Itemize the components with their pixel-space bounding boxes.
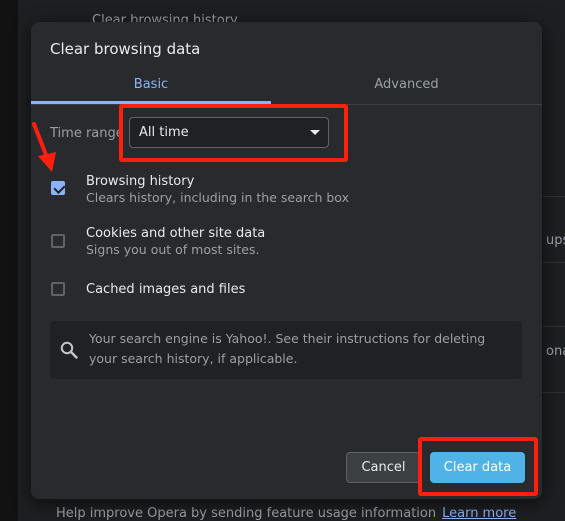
dialog-title: Clear browsing data xyxy=(50,40,201,58)
time-range-label: Time range xyxy=(50,126,124,141)
clear-browsing-data-dialog: Clear browsing data Basic Advanced Time … xyxy=(31,22,542,499)
background-divider xyxy=(542,392,565,393)
browsing-history-description: Clears history, including in the search … xyxy=(86,190,349,205)
feature-usage-label: Help improve Opera by sending feature us… xyxy=(56,506,437,521)
cached-images-checkbox[interactable] xyxy=(51,282,65,296)
browsing-history-checkbox[interactable] xyxy=(51,181,66,195)
browsing-history-label: Browsing history xyxy=(86,174,195,189)
cancel-button[interactable]: Cancel xyxy=(346,452,421,483)
cached-images-label: Cached images and files xyxy=(86,282,246,297)
background-divider xyxy=(542,326,565,327)
search-icon xyxy=(60,341,78,359)
red-arrow-icon xyxy=(32,122,56,172)
background-divider xyxy=(542,262,565,263)
tab-advanced[interactable]: Advanced xyxy=(271,77,542,103)
background-right-text: ups, xyxy=(546,233,565,248)
tab-basic[interactable]: Basic xyxy=(31,77,271,103)
time-range-highlight xyxy=(119,104,348,162)
clear-data-highlight xyxy=(418,437,538,496)
learn-more-link[interactable]: Learn more xyxy=(442,506,516,521)
cookies-checkbox[interactable] xyxy=(51,234,65,248)
checkmark-icon xyxy=(53,181,66,195)
search-engine-info-text: Your search engine is Yahoo!. See their … xyxy=(89,331,486,366)
background-right-text: onal xyxy=(546,344,565,359)
search-engine-info: Your search engine is Yahoo!. See their … xyxy=(50,321,522,379)
background-divider xyxy=(542,196,565,197)
background-feature-usage-text: Help improve Opera by sending feature us… xyxy=(56,506,516,521)
cookies-label: Cookies and other site data xyxy=(86,226,266,241)
cookies-description: Signs you out of most sites. xyxy=(86,242,260,257)
